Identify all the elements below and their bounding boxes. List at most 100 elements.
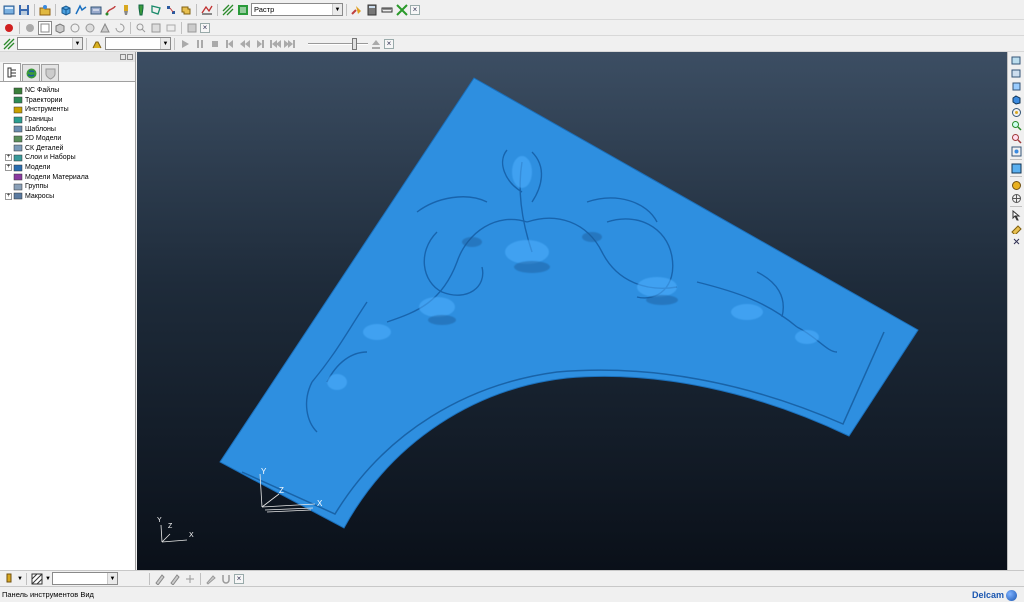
- view-front-icon[interactable]: [68, 21, 82, 35]
- magnet-icon[interactable]: [219, 572, 233, 586]
- tree-item[interactable]: + Слои и Наборы: [5, 153, 135, 163]
- strategy-type-icon[interactable]: [236, 3, 250, 17]
- tree-item[interactable]: Траектории: [5, 96, 135, 106]
- tool-holder-icon[interactable]: [134, 3, 148, 17]
- zoom-in-icon[interactable]: [1010, 119, 1023, 131]
- close-panel-icon[interactable]: [127, 54, 133, 60]
- stop-icon[interactable]: [208, 37, 222, 51]
- view-front-icon[interactable]: [1010, 93, 1023, 105]
- tree-item[interactable]: Группы: [5, 182, 135, 192]
- new-project-icon[interactable]: [2, 3, 16, 17]
- chevron-down-icon[interactable]: ▼: [72, 38, 82, 49]
- graphics-viewport[interactable]: X Y Z X Y Z: [137, 52, 1007, 570]
- view-rotate-icon[interactable]: [113, 21, 127, 35]
- verify-icon[interactable]: [395, 3, 409, 17]
- edit-pattern-icon[interactable]: [153, 572, 167, 586]
- simulation-icon[interactable]: [2, 37, 16, 51]
- chevron-down-icon[interactable]: ▼: [332, 4, 342, 15]
- rewind-icon[interactable]: [238, 37, 252, 51]
- pause-icon[interactable]: [193, 37, 207, 51]
- tree-item[interactable]: Шаблоны: [5, 124, 135, 134]
- expand-icon[interactable]: +: [5, 164, 12, 172]
- close-toolbar-icon[interactable]: [1010, 235, 1023, 247]
- raster-strategy-icon[interactable]: [221, 3, 235, 17]
- tree-item[interactable]: NC Файлы: [5, 86, 135, 96]
- simulation-tool-combo[interactable]: ▼: [105, 37, 171, 50]
- pattern-bottom-icon[interactable]: [30, 572, 44, 586]
- material-shade-icon[interactable]: [1010, 179, 1023, 191]
- pencil-icon[interactable]: [204, 572, 218, 586]
- tree-item[interactable]: + Макросы: [5, 192, 135, 202]
- leads-links-icon[interactable]: [104, 3, 118, 17]
- save-project-icon[interactable]: [17, 3, 31, 17]
- zoom-in-icon[interactable]: [134, 21, 148, 35]
- step-forward-icon[interactable]: [253, 37, 267, 51]
- tree-item[interactable]: СК Деталей: [5, 144, 135, 154]
- chevron-down-icon[interactable]: ▼: [45, 572, 51, 586]
- relief-model[interactable]: [219, 77, 919, 529]
- zoom-out-icon[interactable]: [149, 21, 163, 35]
- edit-pattern2-icon[interactable]: [168, 572, 182, 586]
- spin-view-icon[interactable]: [1010, 106, 1023, 118]
- simulation-entity-combo[interactable]: ▼: [17, 37, 83, 50]
- wireframe-globe-icon[interactable]: [1010, 192, 1023, 204]
- feeds-speeds-icon[interactable]: [89, 3, 103, 17]
- tab-html[interactable]: [22, 64, 40, 81]
- tool-simulation-icon[interactable]: [90, 37, 104, 51]
- step-back-icon[interactable]: [223, 37, 237, 51]
- tree-item[interactable]: Границы: [5, 115, 135, 125]
- select-icon[interactable]: [1010, 209, 1023, 221]
- close-toolbar-icon[interactable]: ×: [384, 38, 394, 49]
- view-side-icon[interactable]: [83, 21, 97, 35]
- view-iso1-icon[interactable]: [1010, 54, 1023, 66]
- block-icon[interactable]: [59, 3, 73, 17]
- slider-thumb[interactable]: [352, 37, 357, 50]
- view-iso-icon[interactable]: [53, 21, 67, 35]
- view-iso2-icon[interactable]: [1010, 67, 1023, 79]
- chevron-down-icon[interactable]: ▼: [160, 38, 170, 49]
- calculate-icon[interactable]: [350, 3, 364, 17]
- view-top-icon[interactable]: [98, 21, 112, 35]
- tree-item[interactable]: 2D Модели: [5, 134, 135, 144]
- expand-icon[interactable]: +: [5, 192, 12, 200]
- ruler-icon[interactable]: [380, 3, 394, 17]
- workplane-icon[interactable]: [179, 3, 193, 17]
- close-toolbar-icon[interactable]: ×: [410, 4, 420, 15]
- tree-item[interactable]: Модели Материала: [5, 172, 135, 182]
- play-icon[interactable]: [178, 37, 192, 51]
- preview-icon[interactable]: [185, 21, 199, 35]
- boundary-icon[interactable]: [149, 3, 163, 17]
- strategy-combo[interactable]: Растр ▼: [251, 3, 343, 16]
- tool-icon[interactable]: [119, 3, 133, 17]
- calculator-icon[interactable]: [365, 3, 379, 17]
- zoom-out-icon[interactable]: [1010, 132, 1023, 144]
- measure-icon[interactable]: [1010, 222, 1023, 234]
- simulation-speed-slider[interactable]: [308, 37, 368, 50]
- tree-item[interactable]: + Модели: [5, 163, 135, 173]
- shaded-view-icon[interactable]: [23, 21, 37, 35]
- wireframe-view-icon[interactable]: [38, 20, 52, 35]
- close-toolbar-icon[interactable]: ×: [234, 573, 244, 584]
- tool-bottom-icon[interactable]: [2, 572, 16, 586]
- go-start-icon[interactable]: [268, 37, 282, 51]
- eject-icon[interactable]: [369, 37, 383, 51]
- toolpath-strategies-icon[interactable]: [200, 3, 214, 17]
- bottom-combo[interactable]: ▼: [52, 572, 118, 585]
- chevron-down-icon[interactable]: ▼: [107, 573, 117, 584]
- view-top-icon[interactable]: [1010, 80, 1023, 92]
- pin-icon[interactable]: [120, 54, 126, 60]
- tree-item[interactable]: Инструменты: [5, 105, 135, 115]
- open-model-icon[interactable]: [38, 3, 52, 17]
- pattern-icon[interactable]: [164, 3, 178, 17]
- rapid-move-icon[interactable]: [74, 3, 88, 17]
- shaded-icon[interactable]: [1010, 162, 1023, 174]
- go-end-icon[interactable]: [283, 37, 297, 51]
- zoom-box-icon[interactable]: [164, 21, 178, 35]
- chevron-down-icon[interactable]: ▼: [17, 572, 23, 586]
- tab-toolbar[interactable]: [41, 64, 59, 81]
- edit-pattern3-icon[interactable]: [183, 572, 197, 586]
- close-toolbar-icon[interactable]: ×: [200, 22, 210, 33]
- record-icon[interactable]: [2, 21, 16, 35]
- expand-icon[interactable]: +: [5, 154, 12, 162]
- zoom-fit-icon[interactable]: [1010, 145, 1023, 157]
